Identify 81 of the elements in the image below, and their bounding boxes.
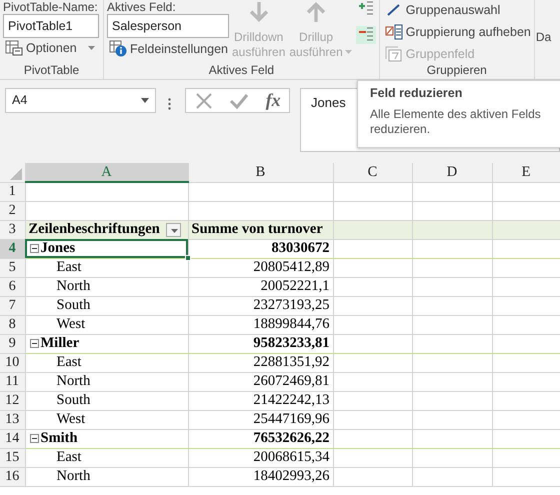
value-cell: 21422242,13 xyxy=(188,391,333,410)
field-settings-button[interactable]: Feldeinstellungen xyxy=(107,38,230,59)
column-header[interactable]: E xyxy=(492,163,560,182)
row-label-cell: West xyxy=(25,315,188,334)
row-label-cell: East xyxy=(25,353,188,372)
row-header[interactable]: 13 xyxy=(0,410,25,429)
value-cell: 95823233,81 xyxy=(188,334,333,353)
row-label-cell: Miller xyxy=(25,334,188,353)
row-header[interactable]: 15 xyxy=(0,448,25,467)
row-label-cell: East xyxy=(25,448,188,467)
value-cell: 76532626,22 xyxy=(188,429,333,448)
tooltip-text: Alle Elemente des aktiven Felds reduzieren. xyxy=(370,106,542,137)
group-label: PivotTable xyxy=(24,62,80,79)
insert-function-button[interactable]: fx xyxy=(266,87,281,114)
row-label-cell: Smith xyxy=(25,429,188,448)
row-header[interactable]: 1 xyxy=(0,182,25,201)
row-label-cell: North xyxy=(25,372,188,391)
collapse-field-button[interactable] xyxy=(356,26,376,44)
value-cell: 20805412,89 xyxy=(188,258,333,277)
row-header[interactable]: 8 xyxy=(0,315,25,334)
group-label: Aktives Feld xyxy=(208,62,274,79)
row-header[interactable]: 6 xyxy=(0,277,25,296)
column-header[interactable]: A xyxy=(25,163,188,182)
value-cell: 26072469,81 xyxy=(188,372,333,391)
row-header[interactable]: 3 xyxy=(0,220,25,239)
row-header[interactable]: 2 xyxy=(0,201,25,220)
settings-icon xyxy=(109,40,127,57)
column-header[interactable]: B xyxy=(188,163,333,182)
row-header[interactable]: 4 xyxy=(0,239,25,258)
row-header[interactable]: 7 xyxy=(0,296,25,315)
value-cell: 83030672 xyxy=(188,239,333,258)
row-header[interactable]: 12 xyxy=(0,391,25,410)
group-button-label[interactable]: Da xyxy=(536,30,552,44)
expand-icon xyxy=(358,1,374,17)
active-field-input[interactable]: Salesperson xyxy=(107,14,229,38)
group-field-icon xyxy=(384,46,403,62)
fill-handle[interactable] xyxy=(184,254,190,260)
row-header[interactable]: 14 xyxy=(0,429,25,448)
caret-icon xyxy=(344,50,352,54)
row-header[interactable]: 16 xyxy=(0,467,25,486)
row-header[interactable]: 11 xyxy=(0,372,25,391)
group-label: Gruppieren xyxy=(426,62,487,79)
row-header[interactable]: 10 xyxy=(0,353,25,372)
row-header[interactable]: 9 xyxy=(0,334,25,353)
filter-dropdown-button[interactable] xyxy=(166,222,181,237)
value-cell: 18402993,26 xyxy=(188,467,333,486)
group-command[interactable]: Gruppenauswahl xyxy=(382,0,502,20)
column-header[interactable]: D xyxy=(412,163,492,182)
row-label-cell: North xyxy=(25,467,188,486)
tooltip-title: Feld reduzieren xyxy=(370,85,464,102)
value-cell: 18899844,76 xyxy=(188,315,333,334)
caret-icon xyxy=(170,228,178,233)
collapse-icon xyxy=(358,27,374,43)
caret-icon xyxy=(88,46,95,50)
check-icon[interactable] xyxy=(229,91,250,110)
row-label-cell: North xyxy=(25,277,188,296)
value-cell: 20052221,1 xyxy=(188,277,333,296)
value-cell: 20068615,34 xyxy=(188,448,333,467)
row-label-cell: South xyxy=(25,296,188,315)
row-label-cell: South xyxy=(25,391,188,410)
ungroup-icon xyxy=(384,24,403,40)
down-arrow-icon xyxy=(248,2,269,22)
value-cell: Summe von turnover xyxy=(188,220,333,239)
column-header[interactable]: C xyxy=(333,163,412,182)
row-label-cell: West xyxy=(25,410,188,429)
options-button[interactable]: Optionen xyxy=(3,38,97,58)
value-cell: 25447169,96 xyxy=(188,410,333,429)
options-icon xyxy=(5,40,23,56)
value-cell: 22881351,92 xyxy=(188,353,333,372)
field-caption: Aktives Feld: xyxy=(107,0,176,14)
row-label-cell: Zeilenbeschriftungen xyxy=(25,220,188,239)
name-box[interactable]: A4 xyxy=(5,88,156,113)
up-arrow-icon xyxy=(306,2,326,22)
group-command[interactable]: Gruppierung aufheben xyxy=(382,22,533,42)
name-field[interactable]: PivotTable1 xyxy=(3,14,99,38)
dropdown-caret-icon xyxy=(141,98,150,103)
row-header[interactable]: 5 xyxy=(0,258,25,277)
field-caption: PivotTable-Name: xyxy=(3,0,98,14)
row-label-cell: Jones xyxy=(25,239,188,258)
row-label-cell: East xyxy=(25,258,188,277)
value-cell: 23273193,25 xyxy=(188,296,333,315)
